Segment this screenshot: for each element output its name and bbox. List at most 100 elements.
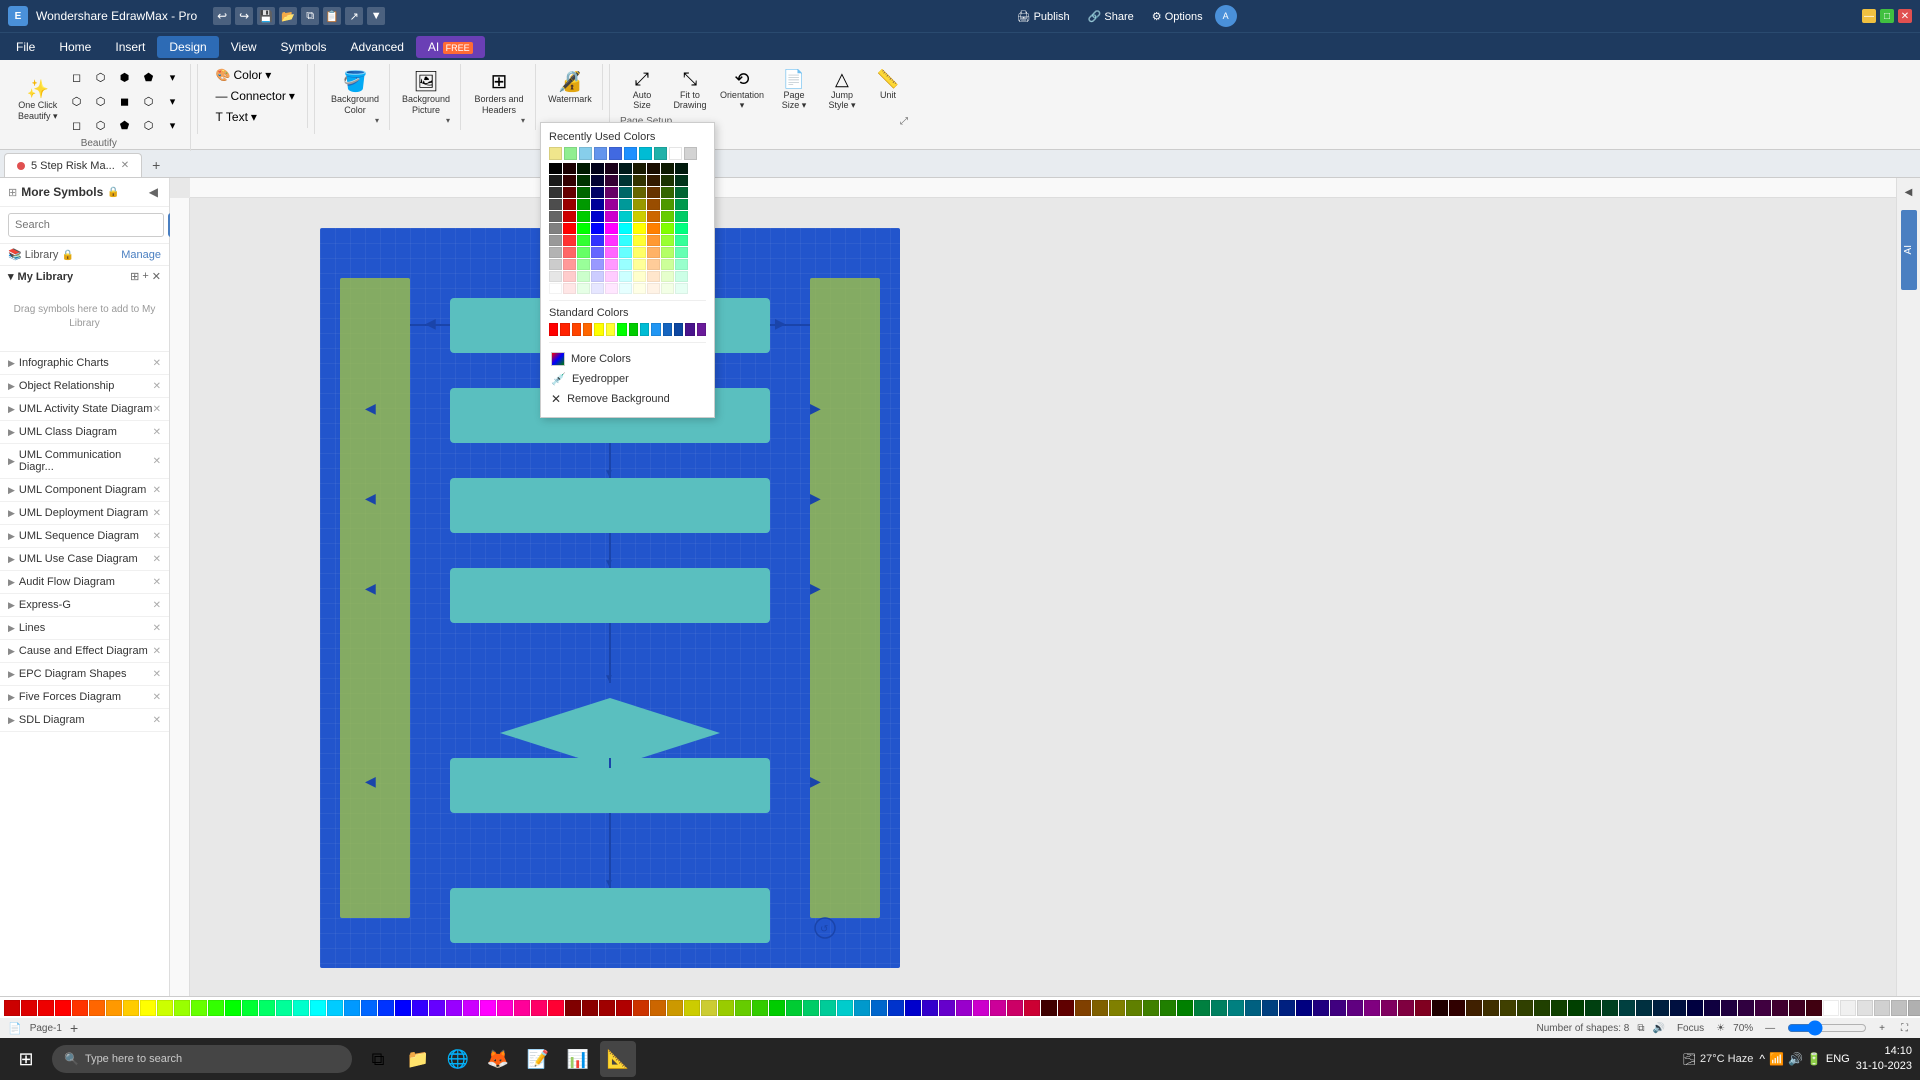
- background-color-btn[interactable]: 🪣 BackgroundColor ▾: [327, 66, 383, 128]
- colorbar-swatch[interactable]: [820, 1000, 836, 1016]
- gradient-swatch[interactable]: [563, 163, 576, 174]
- gradient-swatch[interactable]: [605, 259, 618, 270]
- colorbar-swatch[interactable]: [429, 1000, 445, 1016]
- publish-btn[interactable]: 🖨 Publish: [1011, 8, 1076, 25]
- recent-color-swatch[interactable]: [684, 147, 697, 160]
- recent-color-swatch[interactable]: [609, 147, 622, 160]
- colorbar-swatch[interactable]: [1262, 1000, 1278, 1016]
- search-input[interactable]: [8, 213, 164, 237]
- colorbar-swatch[interactable]: [412, 1000, 428, 1016]
- menu-home[interactable]: Home: [47, 36, 103, 58]
- colorbar-swatch[interactable]: [1126, 1000, 1142, 1016]
- colorbar-swatch[interactable]: [1585, 1000, 1601, 1016]
- colorbar-swatch[interactable]: [1211, 1000, 1227, 1016]
- copy-btn[interactable]: ⧉: [301, 7, 319, 25]
- recent-color-swatch[interactable]: [654, 147, 667, 160]
- colorbar-swatch[interactable]: [1908, 1000, 1920, 1016]
- lib-item-lines[interactable]: ▶ Lines ✕: [0, 617, 169, 640]
- colorbar-swatch[interactable]: [1500, 1000, 1516, 1016]
- lib-item-epc[interactable]: ▶ EPC Diagram Shapes ✕: [0, 663, 169, 686]
- colorbar-swatch[interactable]: [378, 1000, 394, 1016]
- colorbar-swatch[interactable]: [361, 1000, 377, 1016]
- colorbar-swatch[interactable]: [1330, 1000, 1346, 1016]
- colorbar-swatch[interactable]: [72, 1000, 88, 1016]
- gradient-swatch[interactable]: [605, 223, 618, 234]
- my-lib-close-btn[interactable]: ✕: [152, 270, 161, 283]
- gradient-swatch[interactable]: [647, 271, 660, 282]
- firefox-btn[interactable]: 🦊: [480, 1041, 516, 1077]
- tab-5step[interactable]: 5 Step Risk Ma... ✕: [4, 153, 142, 177]
- edge-btn[interactable]: 🌐: [440, 1041, 476, 1077]
- lib-item-close[interactable]: ✕: [153, 485, 161, 496]
- colorbar-swatch[interactable]: [157, 1000, 173, 1016]
- gradient-swatch[interactable]: [619, 271, 632, 282]
- colorbar-swatch[interactable]: [4, 1000, 20, 1016]
- colorbar-swatch[interactable]: [259, 1000, 275, 1016]
- gradient-swatch[interactable]: [591, 271, 604, 282]
- colorbar-swatch[interactable]: [1194, 1000, 1210, 1016]
- colorbar-swatch[interactable]: [1075, 1000, 1091, 1016]
- lib-item-uml-comp[interactable]: ▶ UML Component Diagram ✕: [0, 479, 169, 502]
- gradient-swatch[interactable]: [661, 163, 674, 174]
- save-btn[interactable]: 💾: [257, 7, 275, 25]
- colorbar-swatch[interactable]: [1704, 1000, 1720, 1016]
- colorbar-swatch[interactable]: [786, 1000, 802, 1016]
- gradient-swatch[interactable]: [675, 247, 688, 258]
- zoom-slider[interactable]: [1787, 1020, 1867, 1036]
- beautify-sm7[interactable]: ⬡: [90, 90, 112, 112]
- share-btn[interactable]: 🔗 Share: [1082, 8, 1140, 25]
- gradient-swatch[interactable]: [605, 247, 618, 258]
- colorbar-swatch[interactable]: [1109, 1000, 1125, 1016]
- colorbar-swatch[interactable]: [106, 1000, 122, 1016]
- beautify-sm12[interactable]: ⬡: [90, 114, 112, 136]
- colorbar-swatch[interactable]: [55, 1000, 71, 1016]
- gradient-swatch[interactable]: [619, 223, 632, 234]
- chevron-up-icon[interactable]: ^: [1759, 1052, 1765, 1066]
- gradient-swatch[interactable]: [591, 259, 604, 270]
- borders-headers-btn[interactable]: ⊞ Borders andHeaders ▾: [469, 66, 529, 128]
- colorbar-swatch[interactable]: [1653, 1000, 1669, 1016]
- colorbar-swatch[interactable]: [1789, 1000, 1805, 1016]
- colorbar-swatch[interactable]: [1840, 1000, 1856, 1016]
- eyedropper-btn[interactable]: 💉 Eyedropper: [549, 369, 706, 389]
- task-view-btn[interactable]: ⧉: [360, 1041, 396, 1077]
- page-setup-expander[interactable]: ⤢: [900, 116, 908, 127]
- close-btn[interactable]: ✕: [1898, 9, 1912, 23]
- beautify-sm15[interactable]: ▾: [162, 114, 184, 136]
- connector-btn[interactable]: — Connector ▾: [210, 87, 301, 105]
- gradient-swatch[interactable]: [563, 223, 576, 234]
- colorbar-swatch[interactable]: [922, 1000, 938, 1016]
- standard-color-swatch[interactable]: [594, 323, 603, 336]
- rs-collapse-btn[interactable]: ◀: [1899, 182, 1919, 202]
- gradient-swatch[interactable]: [619, 211, 632, 222]
- gradient-swatch[interactable]: [619, 259, 632, 270]
- beautify-sm8[interactable]: ◼: [114, 90, 136, 112]
- gradient-swatch[interactable]: [675, 175, 688, 186]
- gradient-swatch[interactable]: [675, 271, 688, 282]
- tab-close-btn[interactable]: ✕: [121, 160, 129, 171]
- one-click-beautify-btn[interactable]: ✨ One ClickBeautify ▾: [14, 77, 62, 125]
- colorbar-swatch[interactable]: [1092, 1000, 1108, 1016]
- gradient-swatch[interactable]: [591, 211, 604, 222]
- gradient-swatch[interactable]: [633, 187, 646, 198]
- lib-item-uml-deploy[interactable]: ▶ UML Deployment Diagram ✕: [0, 502, 169, 525]
- color-btn[interactable]: 🎨 Color ▾: [210, 66, 301, 84]
- lib-item-close[interactable]: ✕: [153, 531, 161, 542]
- gradient-swatch[interactable]: [619, 247, 632, 258]
- gradient-swatch[interactable]: [605, 235, 618, 246]
- colorbar-swatch[interactable]: [667, 1000, 683, 1016]
- gradient-swatch[interactable]: [647, 223, 660, 234]
- gradient-swatch[interactable]: [647, 247, 660, 258]
- colorbar-swatch[interactable]: [1517, 1000, 1533, 1016]
- lib-item-uml-activity[interactable]: ▶ UML Activity State Diagram ✕: [0, 398, 169, 421]
- gradient-swatch[interactable]: [549, 163, 562, 174]
- colorbar-swatch[interactable]: [599, 1000, 615, 1016]
- gradient-swatch[interactable]: [675, 283, 688, 294]
- standard-color-swatch[interactable]: [697, 323, 706, 336]
- lib-item-express[interactable]: ▶ Express-G ✕: [0, 594, 169, 617]
- gradient-swatch[interactable]: [549, 247, 562, 258]
- colorbar-swatch[interactable]: [650, 1000, 666, 1016]
- colorbar-swatch[interactable]: [973, 1000, 989, 1016]
- lib-item-cause-effect[interactable]: ▶ Cause and Effect Diagram ✕: [0, 640, 169, 663]
- colorbar-swatch[interactable]: [1483, 1000, 1499, 1016]
